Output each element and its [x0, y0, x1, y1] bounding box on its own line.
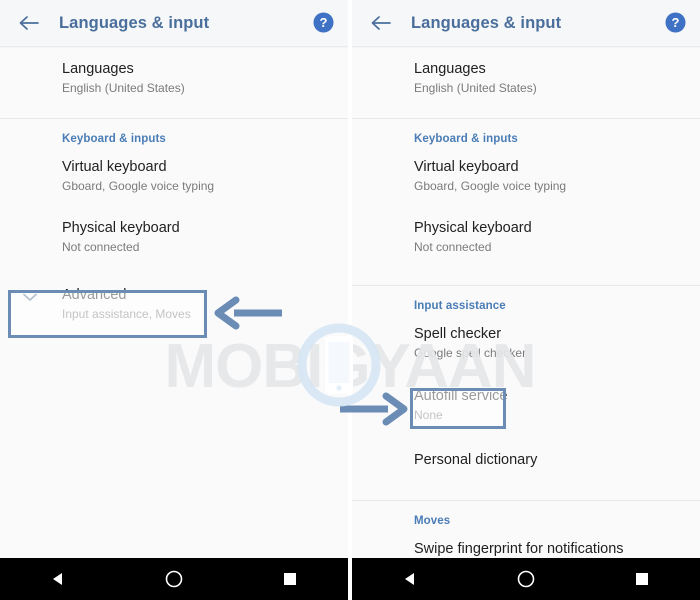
row-title: Spell checker	[414, 326, 502, 342]
row-subtitle: Not connected	[62, 240, 140, 254]
row-title: Languages	[414, 61, 486, 77]
list-item-physical-keyboard[interactable]: Physical keyboard Not connected	[0, 204, 348, 265]
help-circle-icon[interactable]: ?	[665, 12, 686, 33]
list-item-advanced[interactable]: Advanced Input assistance, Moves	[0, 265, 348, 332]
row-title: Autofill service	[414, 388, 508, 404]
row-title: Languages	[62, 61, 134, 77]
row-title: Swipe fingerprint for notifications	[414, 541, 624, 557]
svg-text:?: ?	[672, 15, 680, 30]
page-title: Languages & input	[59, 13, 210, 32]
row-subtitle: Gboard, Google voice typing	[62, 179, 215, 193]
square-recents-icon[interactable]	[260, 572, 320, 586]
list-item-physical-keyboard[interactable]: Physical keyboard Not connected	[352, 204, 700, 265]
row-title: Physical keyboard	[62, 220, 180, 236]
row-subtitle: Google spell checker	[414, 346, 527, 360]
right-navigation-bar	[352, 558, 700, 600]
row-subtitle: Gboard, Google voice typing	[414, 179, 567, 193]
row-title: Personal dictionary	[414, 452, 538, 468]
right-phone-screen: Languages & input ? Languages English (U…	[352, 0, 700, 600]
row-subtitle: English (United States)	[62, 81, 185, 95]
row-title: Physical keyboard	[414, 220, 532, 236]
page-title: Languages & input	[411, 13, 562, 32]
left-navigation-bar	[0, 558, 348, 600]
section-header-moves: Moves	[414, 515, 451, 527]
right-settings-list: Languages English (United States) Keyboa…	[352, 48, 700, 568]
left-settings-list: Languages English (United States) Keyboa…	[0, 48, 348, 332]
triangle-back-icon[interactable]	[28, 571, 88, 587]
circle-home-icon[interactable]	[496, 570, 556, 588]
row-title: Advanced	[62, 287, 127, 303]
list-item-personal-dictionary[interactable]: Personal dictionary	[352, 433, 700, 479]
screenshot-stage: Languages & input ? Languages English (U…	[0, 0, 700, 600]
chevron-down-icon	[22, 289, 38, 307]
left-appbar: Languages & input ?	[0, 0, 348, 46]
right-appbar: Languages & input ?	[352, 0, 700, 46]
list-item-spell-checker[interactable]: Spell checker Google spell checker	[352, 316, 700, 371]
list-item-virtual-keyboard[interactable]: Virtual keyboard Gboard, Google voice ty…	[352, 149, 700, 204]
triangle-back-icon[interactable]	[380, 571, 440, 587]
section-header-keyboard: Keyboard & inputs	[62, 133, 166, 145]
help-circle-icon[interactable]: ?	[313, 12, 334, 33]
list-item-languages[interactable]: Languages English (United States)	[352, 48, 700, 106]
left-phone-screen: Languages & input ? Languages English (U…	[0, 0, 348, 600]
row-title: Virtual keyboard	[62, 159, 167, 175]
row-subtitle: English (United States)	[414, 81, 537, 95]
row-subtitle: Not connected	[414, 240, 492, 254]
back-icon[interactable]	[12, 14, 46, 32]
circle-home-icon[interactable]	[144, 570, 204, 588]
list-item-virtual-keyboard[interactable]: Virtual keyboard Gboard, Google voice ty…	[0, 149, 348, 204]
back-icon[interactable]	[364, 14, 398, 32]
row-subtitle: None	[414, 408, 443, 422]
list-item-autofill-service[interactable]: Autofill service None	[352, 371, 700, 433]
section-header-input-assistance: Input assistance	[414, 300, 506, 312]
section-header-keyboard: Keyboard & inputs	[414, 133, 518, 145]
row-title: Virtual keyboard	[414, 159, 519, 175]
svg-text:?: ?	[320, 15, 328, 30]
square-recents-icon[interactable]	[612, 572, 672, 586]
row-subtitle: Input assistance, Moves	[62, 307, 191, 321]
list-item-languages[interactable]: Languages English (United States)	[0, 48, 348, 106]
